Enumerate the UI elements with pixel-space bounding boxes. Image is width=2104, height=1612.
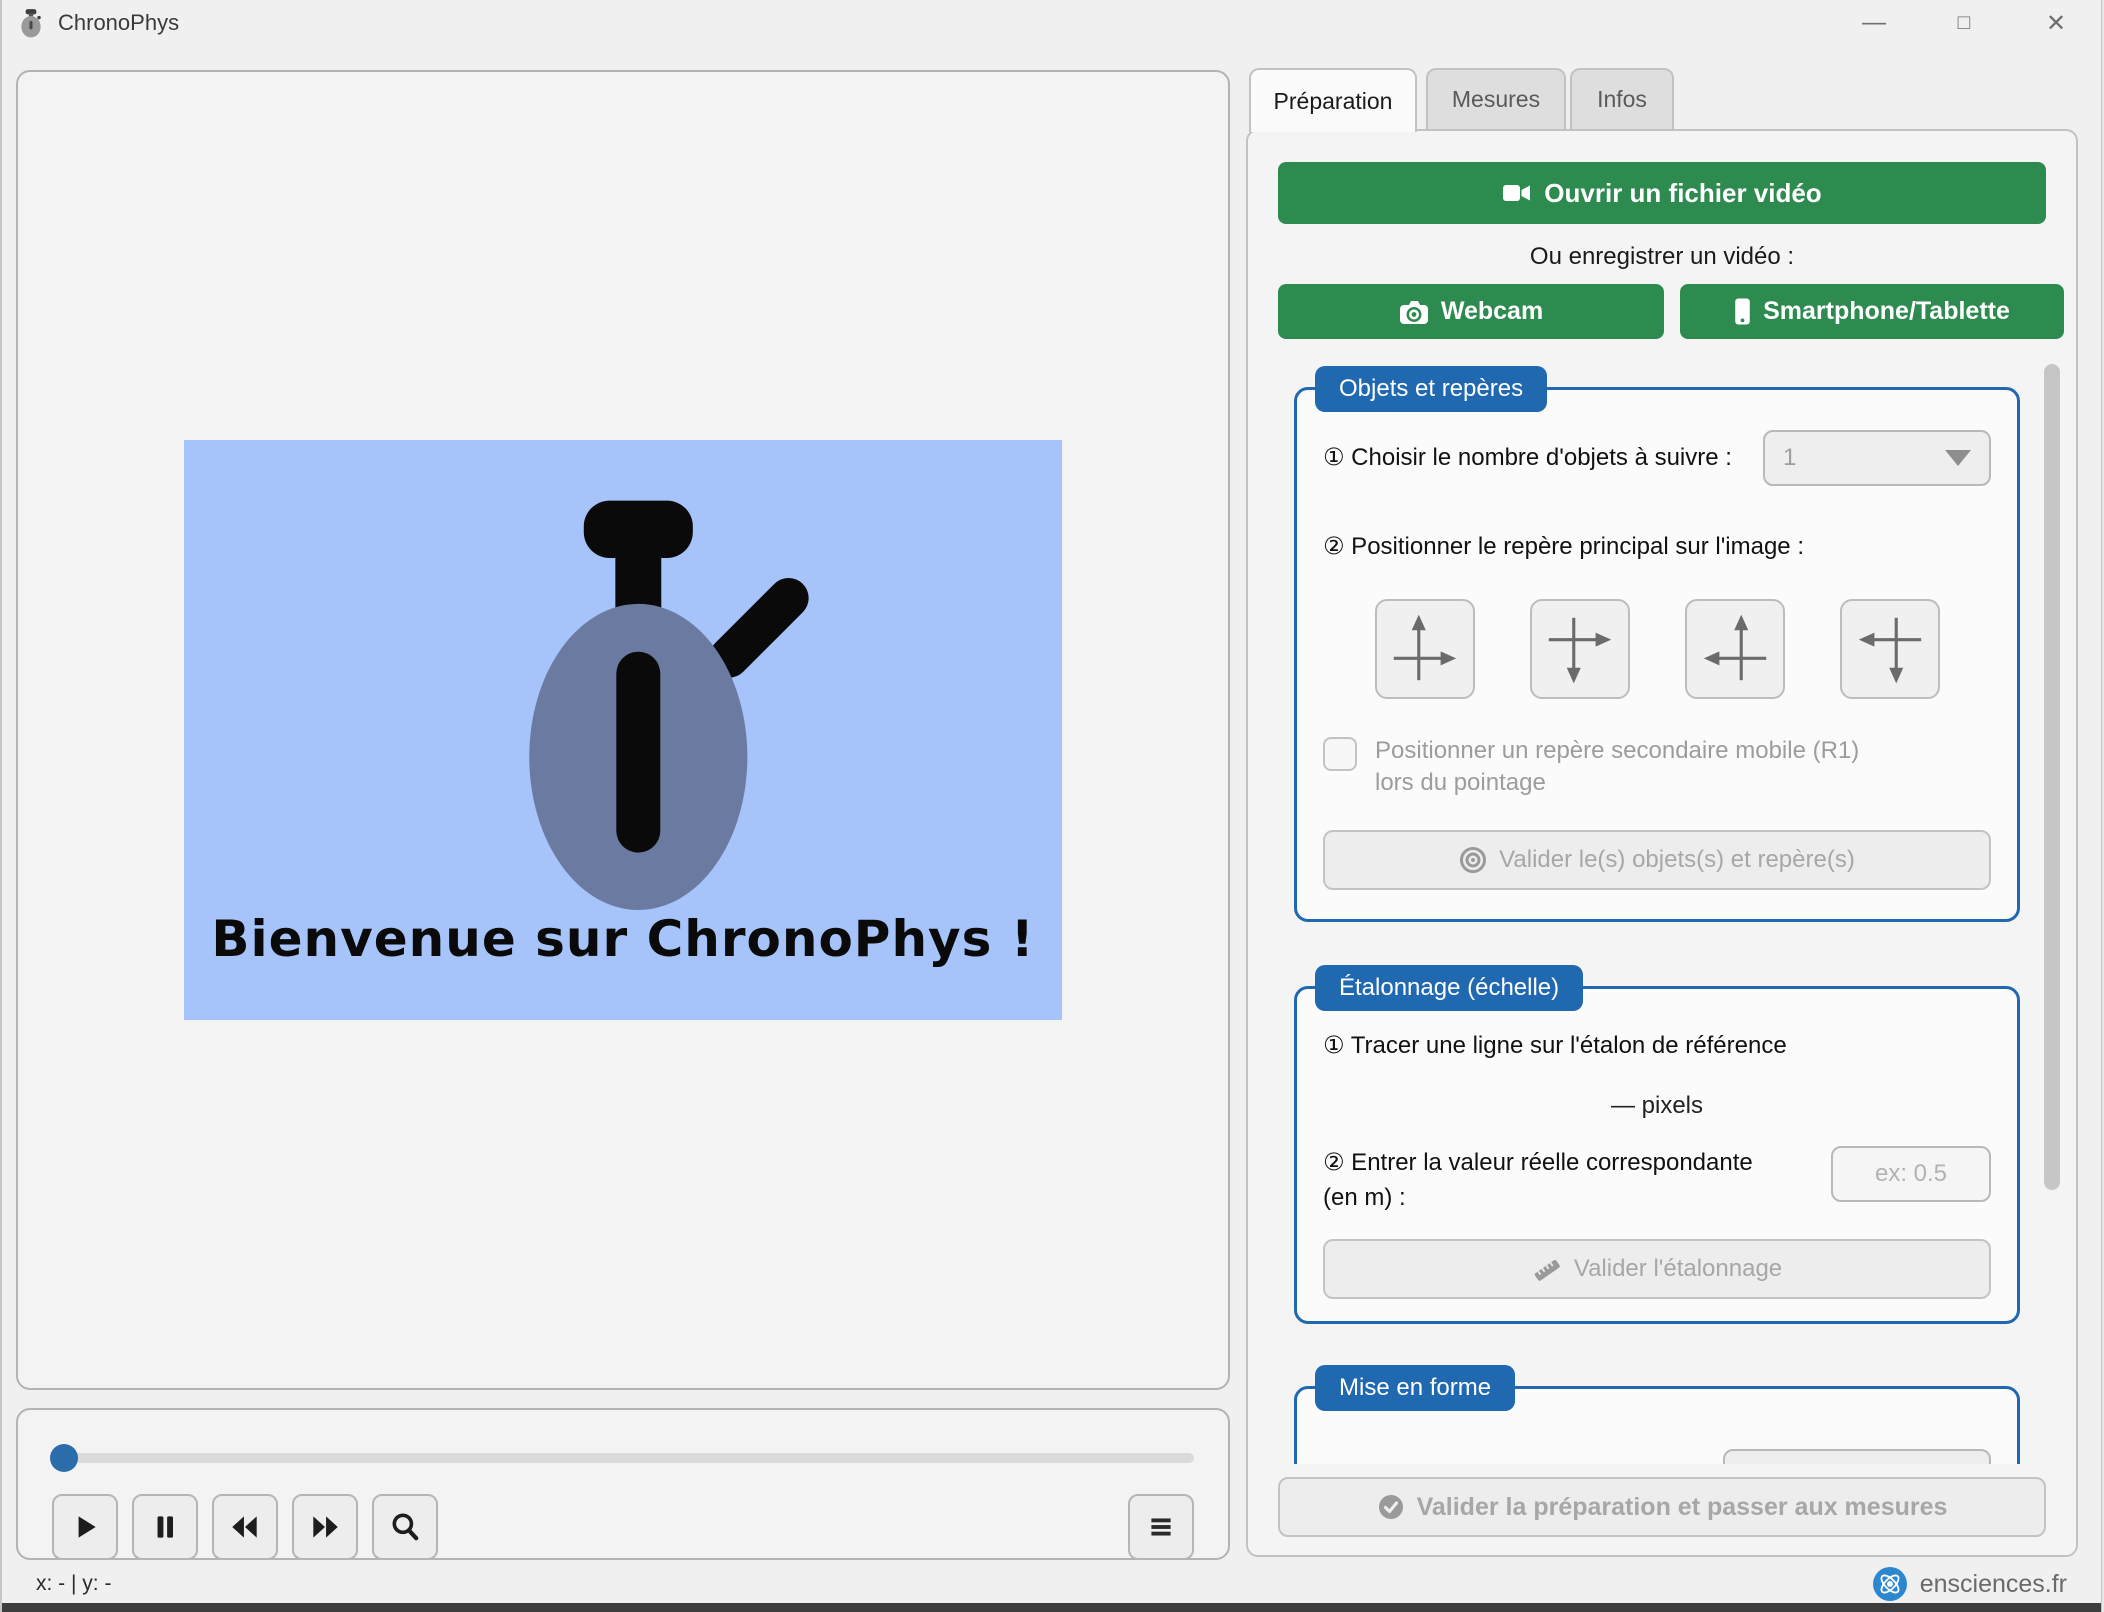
object-count-value: 1 bbox=[1783, 444, 1796, 472]
pixels-value-label: — pixels bbox=[1323, 1092, 1991, 1120]
axis-up-right-icon bbox=[1386, 610, 1464, 688]
open-video-label: Ouvrir un fichier vidéo bbox=[1544, 178, 1821, 209]
axis-left-down-icon bbox=[1851, 610, 1929, 688]
axis-right-down-button[interactable] bbox=[1530, 599, 1630, 699]
webcam-button[interactable]: Webcam bbox=[1278, 284, 1664, 339]
objects-groupbox: Objets et repères ① Choisir le nombre d'… bbox=[1294, 387, 2020, 922]
title-bar: ChronoPhys — □ ✕ bbox=[2, 0, 2101, 46]
coordinates-status: x: - | y: - bbox=[36, 1572, 111, 1596]
tab-mesures-label: Mesures bbox=[1452, 86, 1540, 113]
color-value: Bleu bbox=[1743, 1462, 1791, 1464]
check-circle-icon bbox=[1377, 1493, 1405, 1521]
hamburger-icon bbox=[1145, 1511, 1177, 1543]
settings-scroll-area: Objets et repères ① Choisir le nombre d'… bbox=[1248, 358, 2076, 1464]
zoom-button[interactable] bbox=[372, 1494, 438, 1560]
minimize-button[interactable]: — bbox=[1852, 6, 1896, 40]
tab-mesures[interactable]: Mesures bbox=[1426, 68, 1566, 129]
objects-step2-label: ② Positionner le repère principal sur l'… bbox=[1323, 530, 1991, 565]
open-video-button[interactable]: Ouvrir un fichier vidéo bbox=[1278, 162, 2046, 224]
window-bottom-edge bbox=[2, 1603, 2101, 1612]
axis-up-left-button[interactable] bbox=[1685, 599, 1785, 699]
camcorder-icon bbox=[1502, 180, 1532, 206]
axis-up-left-icon bbox=[1696, 610, 1774, 688]
menu-button[interactable] bbox=[1128, 1494, 1194, 1560]
slider-thumb[interactable] bbox=[50, 1444, 78, 1472]
validate-preparation-label: Valider la préparation et passer aux mes… bbox=[1417, 1493, 1948, 1522]
tab-infos-label: Infos bbox=[1597, 86, 1647, 113]
scrollbar-thumb[interactable] bbox=[2044, 364, 2060, 1190]
play-button[interactable] bbox=[52, 1494, 118, 1560]
calibration-step2-label: ② Entrer la valeur réelle correspondante… bbox=[1323, 1146, 1793, 1216]
play-icon bbox=[69, 1511, 101, 1543]
secondary-frame-label: Positionner un repère secondaire mobile … bbox=[1375, 735, 1859, 800]
video-position-slider[interactable] bbox=[52, 1444, 1194, 1472]
format-groupbox: Mise en forme Couleur : Bleu bbox=[1294, 1386, 2020, 1464]
rewind-button[interactable] bbox=[212, 1494, 278, 1560]
real-value-input[interactable] bbox=[1831, 1146, 1991, 1202]
color-label: Couleur : bbox=[1323, 1459, 1420, 1464]
webcam-label: Webcam bbox=[1441, 297, 1543, 326]
brand-text: ensciences.fr bbox=[1920, 1570, 2067, 1599]
preparation-panel: Ouvrir un fichier vidéo Ou enregistrer u… bbox=[1246, 129, 2078, 1557]
maximize-button[interactable]: □ bbox=[1942, 6, 1986, 40]
ruler-icon bbox=[1532, 1256, 1562, 1282]
pause-button[interactable] bbox=[132, 1494, 198, 1560]
magnifier-icon bbox=[389, 1511, 421, 1543]
stopwatch-illustration bbox=[184, 470, 1062, 910]
window-title: ChronoPhys bbox=[58, 10, 179, 36]
validate-calibration-button[interactable]: Valider l'étalonnage bbox=[1323, 1239, 1991, 1299]
calibration-step1-label: ① Tracer une ligne sur l'étalon de référ… bbox=[1323, 1029, 1991, 1064]
secondary-frame-label-line1: Positionner un repère secondaire mobile … bbox=[1375, 735, 1859, 767]
color-dropdown[interactable]: Bleu bbox=[1723, 1449, 1991, 1464]
tab-preparation-label: Préparation bbox=[1274, 88, 1393, 115]
welcome-text: Bienvenue sur ChronoPhys ! bbox=[211, 910, 1034, 968]
fast-forward-icon bbox=[308, 1511, 342, 1543]
tab-preparation[interactable]: Préparation bbox=[1249, 68, 1417, 132]
validate-preparation-button[interactable]: Valider la préparation et passer aux mes… bbox=[1278, 1477, 2046, 1537]
axis-left-down-button[interactable] bbox=[1840, 599, 1940, 699]
video-display-panel: Bienvenue sur ChronoPhys ! bbox=[16, 70, 1230, 1390]
axis-up-right-button[interactable] bbox=[1375, 599, 1475, 699]
tab-infos[interactable]: Infos bbox=[1570, 68, 1674, 129]
validate-calibration-label: Valider l'étalonnage bbox=[1574, 1255, 1782, 1283]
calibration-groupbox: Étalonnage (échelle) ① Tracer une ligne … bbox=[1294, 986, 2020, 1324]
objects-group-title: Objets et repères bbox=[1315, 366, 1547, 412]
secondary-frame-checkbox[interactable] bbox=[1323, 737, 1357, 771]
close-button[interactable]: ✕ bbox=[2034, 6, 2078, 40]
object-count-dropdown[interactable]: 1 bbox=[1763, 430, 1991, 486]
axis-right-down-icon bbox=[1541, 610, 1619, 688]
pause-icon bbox=[149, 1511, 181, 1543]
ensciences-logo-icon bbox=[1872, 1566, 1908, 1602]
smartphone-icon bbox=[1734, 298, 1751, 325]
validate-objects-label: Valider le(s) objets(s) et repère(s) bbox=[1499, 846, 1855, 874]
rewind-icon bbox=[228, 1511, 262, 1543]
fast-forward-button[interactable] bbox=[292, 1494, 358, 1560]
app-icon bbox=[18, 8, 44, 38]
slider-track[interactable] bbox=[52, 1453, 1194, 1463]
welcome-image: Bienvenue sur ChronoPhys ! bbox=[184, 440, 1062, 1020]
app-window: ChronoPhys — □ ✕ Bienvenue sur ChronoPhy… bbox=[0, 0, 2102, 1612]
validate-objects-button[interactable]: Valider le(s) objets(s) et repère(s) bbox=[1323, 830, 1991, 890]
camera-icon bbox=[1399, 299, 1429, 325]
objects-step1-label: ① Choisir le nombre d'objets à suivre : bbox=[1323, 441, 1732, 476]
calibration-group-title: Étalonnage (échelle) bbox=[1315, 965, 1583, 1011]
brand-link[interactable]: ensciences.fr bbox=[1872, 1566, 2067, 1602]
or-record-label: Ou enregistrer un vidéo : bbox=[1248, 243, 2076, 271]
target-icon bbox=[1459, 846, 1487, 874]
format-group-title: Mise en forme bbox=[1315, 1365, 1515, 1411]
chevron-down-icon bbox=[1945, 450, 1971, 466]
transport-panel bbox=[16, 1408, 1230, 1560]
smartphone-label: Smartphone/Tablette bbox=[1763, 297, 2010, 326]
smartphone-button[interactable]: Smartphone/Tablette bbox=[1680, 284, 2064, 339]
secondary-frame-label-line2: lors du pointage bbox=[1375, 767, 1859, 799]
